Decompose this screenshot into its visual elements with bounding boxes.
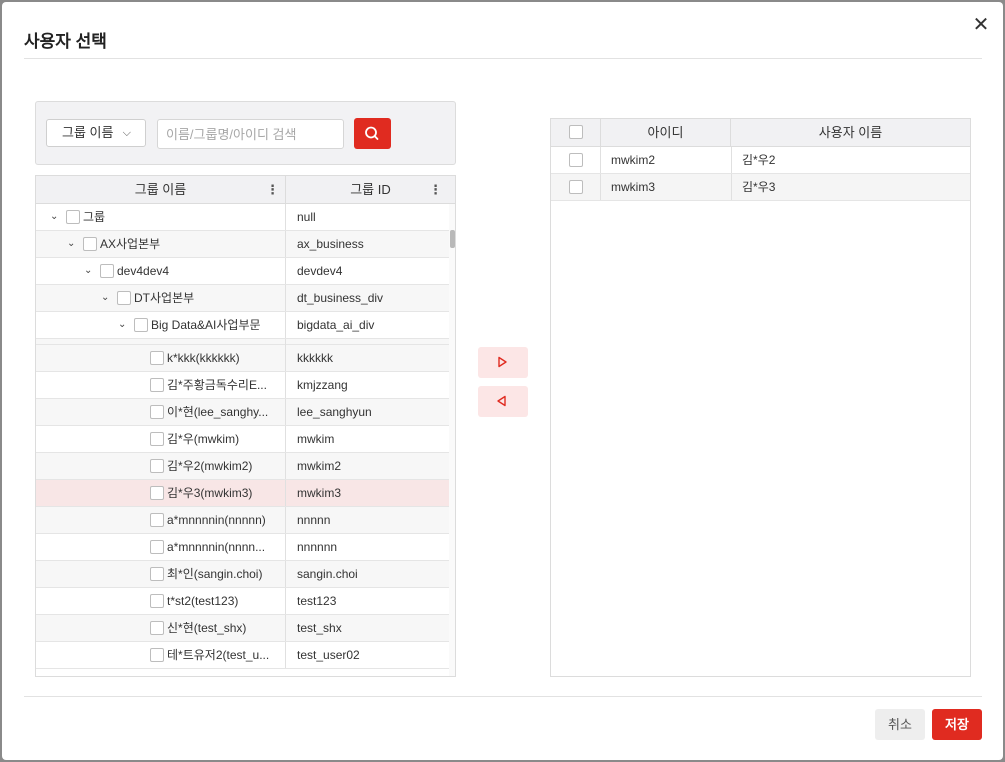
search-icon [365, 126, 379, 140]
row-checkbox[interactable] [150, 621, 164, 635]
row-checkbox[interactable] [100, 264, 114, 278]
divider [24, 58, 982, 59]
vertical-scrollbar[interactable] [449, 204, 455, 676]
row-checkbox[interactable] [150, 513, 164, 527]
row-checkbox[interactable] [117, 291, 131, 305]
tree-row[interactable]: 김*주황금독수리E... kmjzzang [36, 372, 449, 399]
tree-row[interactable]: ⌄ Big Data&AI사업부문 bigdata_ai_div [36, 312, 449, 339]
tree-row[interactable]: ⌄ dev4dev4 devdev4 [36, 258, 449, 285]
column-header-group-name[interactable]: 그룹 이름 ⋮ [36, 176, 286, 203]
select-all-checkbox[interactable] [569, 125, 583, 139]
grid-header: 그룹 이름 ⋮ 그룹 ID ⋮ [36, 176, 455, 204]
row-checkbox[interactable] [150, 351, 164, 365]
tree-row[interactable]: 이*현(lee_sanghy... lee_sanghyun [36, 399, 449, 426]
group-filter-label: 그룹 이름 [62, 125, 114, 140]
tree-row[interactable]: 신*현(test_shx) test_shx [36, 615, 449, 642]
row-checkbox[interactable] [150, 378, 164, 392]
row-checkbox[interactable] [134, 318, 148, 332]
triangle-left-icon [497, 395, 506, 407]
row-checkbox[interactable] [83, 237, 97, 251]
row-checkbox[interactable] [569, 153, 583, 167]
tree-row[interactable]: k*kkk(kkkkkk) kkkkkk [36, 345, 449, 372]
row-checkbox[interactable] [150, 459, 164, 473]
selected-users-grid: 아이디 사용자 이름 mwkim2 김*우2 mwkim3 김*우3 [550, 118, 971, 677]
chevron-down-icon[interactable]: ⌄ [101, 285, 111, 311]
selected-user-row[interactable]: mwkim2 김*우2 [551, 147, 970, 174]
tree-row[interactable]: 김*우2(mwkim2) mwkim2 [36, 453, 449, 480]
grid-header: 아이디 사용자 이름 [551, 119, 970, 147]
tree-row[interactable]: 최*인(sangin.choi) sangin.choi [36, 561, 449, 588]
user-select-dialog: 사용자 선택 ✕ 그룹 이름 ⌵ 그룹 이름 ⋮ 그룹 ID ⋮ [2, 2, 1003, 760]
column-header-group-id[interactable]: 그룹 ID ⋮ [286, 176, 455, 203]
chevron-down-icon[interactable]: ⌄ [67, 231, 77, 257]
divider [24, 696, 982, 697]
row-checkbox[interactable] [150, 594, 164, 608]
dialog-title: 사용자 선택 [24, 32, 107, 51]
chevron-down-icon[interactable]: ⌄ [50, 204, 60, 230]
search-input[interactable] [157, 119, 344, 149]
row-checkbox[interactable] [150, 405, 164, 419]
row-checkbox[interactable] [150, 486, 164, 500]
row-checkbox[interactable] [150, 567, 164, 581]
chevron-down-icon[interactable]: ⌄ [84, 258, 94, 284]
tree-row[interactable]: t*st2(test123) test123 [36, 588, 449, 615]
remove-selected-button[interactable] [478, 386, 528, 417]
group-filter-select[interactable]: 그룹 이름 ⌵ [46, 119, 146, 147]
search-panel: 그룹 이름 ⌵ [35, 101, 456, 165]
tree-row[interactable]: a*mnnnnin(nnnnn) nnnnn [36, 507, 449, 534]
group-tree-grid: 그룹 이름 ⋮ 그룹 ID ⋮ ⌄ 그룹 null ⌄ AX사업본부 ax_busi… [35, 175, 456, 677]
row-checkbox[interactable] [150, 540, 164, 554]
row-checkbox[interactable] [150, 648, 164, 662]
add-selected-button[interactable] [478, 347, 528, 378]
row-checkbox[interactable] [66, 210, 80, 224]
tree-row-selected[interactable]: 김*우3(mwkim3) mwkim3 [36, 480, 449, 507]
selected-user-row[interactable]: mwkim3 김*우3 [551, 174, 970, 201]
close-icon[interactable]: ✕ [970, 14, 992, 36]
cancel-button[interactable]: 취소 [875, 709, 925, 740]
column-menu-icon[interactable]: ⋮ [266, 176, 279, 203]
tree-row[interactable]: ⌄ DT사업본부 dt_business_div [36, 285, 449, 312]
triangle-right-icon [498, 356, 507, 368]
column-header-user-id[interactable]: 아이디 [601, 119, 731, 146]
row-checkbox[interactable] [150, 432, 164, 446]
tree-row[interactable]: a*mnnnnin(nnnn... nnnnnn [36, 534, 449, 561]
tree-row[interactable]: ⌄ 그룹 null [36, 204, 449, 231]
grid-body: ⌄ 그룹 null ⌄ AX사업본부 ax_business ⌄ dev4dev4 d… [36, 204, 449, 676]
tree-row[interactable]: ⌄ AX사업본부 ax_business [36, 231, 449, 258]
scrollbar-thumb[interactable] [450, 230, 455, 248]
chevron-down-icon: ⌵ [122, 127, 131, 139]
column-header-user-name[interactable]: 사용자 이름 [731, 119, 970, 146]
tree-row[interactable]: 김*우(mwkim) mwkim [36, 426, 449, 453]
row-checkbox[interactable] [569, 180, 583, 194]
tree-row[interactable]: 테*트유저2(test_u... test_user02 [36, 642, 449, 669]
chevron-down-icon[interactable]: ⌄ [118, 312, 128, 338]
save-button[interactable]: 저장 [932, 709, 982, 740]
column-menu-icon[interactable]: ⋮ [429, 176, 442, 203]
search-button[interactable] [354, 118, 391, 149]
